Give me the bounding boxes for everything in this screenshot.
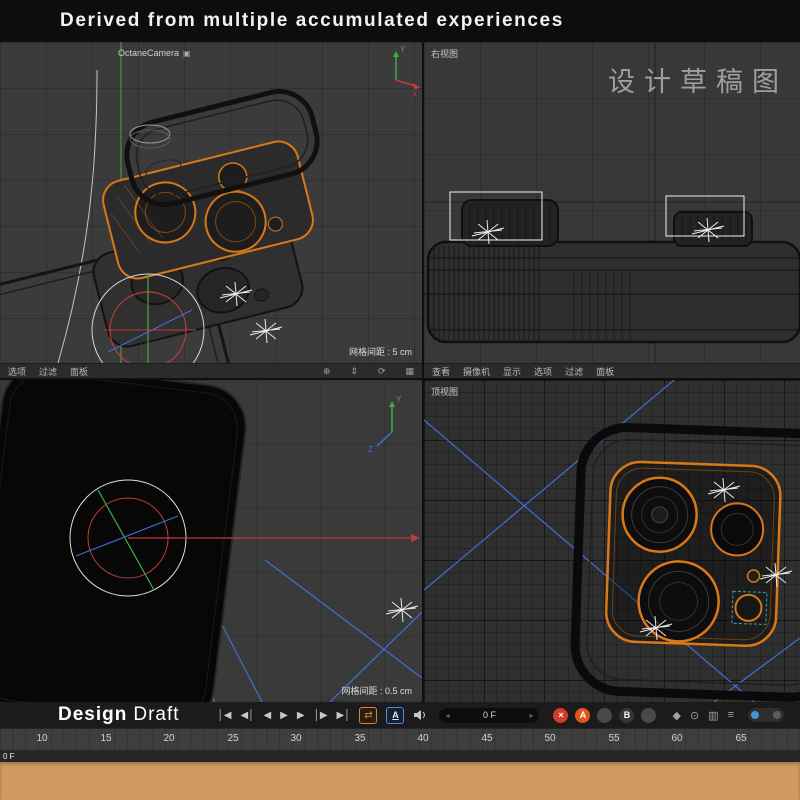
menu-panel[interactable]: 面板: [596, 365, 614, 378]
layers-icon[interactable]: ≡: [728, 709, 734, 721]
menu-view[interactable]: 查看: [432, 365, 450, 378]
track-icon[interactable]: ▥: [708, 709, 718, 722]
record-position-button[interactable]: ×: [553, 708, 568, 723]
target-icon[interactable]: ⊙: [690, 709, 699, 722]
keyframe-tools: ◆ ⊙ ▥ ≡: [672, 709, 734, 722]
record-a-button[interactable]: A: [575, 708, 590, 723]
ruler-tick: 20: [163, 733, 174, 744]
ruler-tick: 65: [735, 733, 746, 744]
record-b-button[interactable]: B: [619, 708, 634, 723]
current-frame-value: 0 F: [483, 710, 496, 720]
frame-increment-icon[interactable]: ▸: [529, 711, 533, 720]
autokey-button[interactable]: A: [386, 707, 404, 724]
toggle-dot-active: [751, 711, 759, 719]
menu-options[interactable]: 选项: [8, 365, 26, 378]
pan-icon[interactable]: ⊕: [323, 366, 331, 377]
current-frame-field[interactable]: ◂ 0 F ▸: [439, 708, 539, 723]
ruler-tick: 50: [544, 733, 555, 744]
ruler-tick: 15: [100, 733, 111, 744]
camera-name-label[interactable]: OctaneCamera ▣: [118, 48, 191, 58]
axis-y-label: Y: [396, 395, 402, 404]
prev-key-button[interactable]: ◀│: [241, 710, 255, 721]
frame-decrement-icon[interactable]: ◂: [445, 711, 449, 720]
menu-filter[interactable]: 过滤: [39, 365, 57, 378]
menu-panel[interactable]: 面板: [70, 365, 88, 378]
camera-tag-icon[interactable]: ▣: [183, 49, 191, 58]
header-bar: Derived from multiple accumulated experi…: [0, 0, 800, 42]
right-view-toolbar: 查看 摄像机 显示 选项 过滤 面板: [424, 363, 800, 378]
ruler-tick: 35: [354, 733, 365, 744]
camera-name-text: OctaneCamera: [118, 48, 179, 58]
viewport-top-view[interactable]: 顶视图: [424, 380, 800, 702]
record-toggles: × A B: [553, 708, 656, 723]
top-view-wireframe: [424, 380, 800, 702]
viewport-perspective[interactable]: OctaneCamera ▣: [0, 42, 422, 378]
ruler-tick: 10: [36, 733, 47, 744]
menu-display[interactable]: 显示: [503, 365, 521, 378]
axis-y-label: Y: [400, 45, 406, 54]
right-view-scene[interactable]: 右视图 设计草稿图: [424, 42, 800, 363]
ruler-tick: 40: [417, 733, 428, 744]
perspective-toolbar: 选项 过滤 面板 ⊕ ⇕ ⟳ ▦: [0, 363, 422, 378]
fullscreen-icon[interactable]: ▦: [405, 366, 414, 377]
ruler-tick: 25: [227, 733, 238, 744]
page-title: Derived from multiple accumulated experi…: [60, 10, 564, 32]
sound-icon[interactable]: [413, 709, 427, 721]
mode-toggle[interactable]: [748, 708, 784, 722]
zoom-icon[interactable]: ⇕: [350, 366, 358, 377]
frame-marker-label: 0 F: [0, 752, 15, 761]
ruler-tick: 45: [481, 733, 492, 744]
viewport-right-view[interactable]: 右视图 设计草稿图: [424, 42, 800, 378]
grid-spacing-label: 网格间距 : 5 cm: [349, 345, 412, 358]
top-view-scene[interactable]: 顶视图: [424, 380, 800, 702]
ruler-tick: 60: [671, 733, 682, 744]
ruler-tick: 30: [290, 733, 301, 744]
axis-x-label: X: [412, 90, 418, 99]
front-view-scene[interactable]: Y Z 网格间距 : 0.5 cm: [0, 380, 422, 702]
timeline-ruler[interactable]: 10 15 20 25 30 35 40 45 50 55 60 65: [0, 728, 800, 750]
play-button[interactable]: ▶: [280, 710, 288, 721]
design-draft-watermark: 设计草稿图: [608, 60, 788, 99]
grid-spacing-label: 网格间距 : 0.5 cm: [341, 684, 412, 697]
transport-controls: │◀ ◀│ ◀ ▶ ▶ │▶ ▶│: [218, 710, 351, 721]
menu-camera[interactable]: 摄像机: [463, 365, 490, 378]
brand-bold: Design: [58, 704, 127, 725]
timeline-range-slider[interactable]: [0, 762, 800, 800]
right-view-label: 右视图: [431, 47, 458, 60]
next-key-button[interactable]: │▶: [314, 710, 328, 721]
axis-z-label: Z: [368, 445, 373, 454]
record-toggle-1[interactable]: [597, 708, 612, 723]
rotate-icon[interactable]: ⟳: [378, 366, 386, 377]
frame-marker-row: 0 F: [0, 750, 800, 762]
toggle-dot-inactive: [773, 711, 781, 719]
loop-playback-button[interactable]: ⇄: [359, 707, 377, 724]
next-frame-button[interactable]: ▶: [297, 710, 305, 721]
viewport-grid: OctaneCamera ▣: [0, 42, 800, 702]
jump-end-button[interactable]: ▶│: [337, 710, 351, 721]
perspective-scene[interactable]: OctaneCamera ▣: [0, 42, 422, 363]
timeline-control-bar: Design Draft │◀ ◀│ ◀ ▶ ▶ │▶ ▶│ ⇄ A ◂ 0 F …: [0, 702, 800, 728]
brand-label: Design Draft: [58, 704, 180, 726]
perspective-wireframe: Y X: [0, 42, 422, 363]
menu-filter[interactable]: 过滤: [565, 365, 583, 378]
menu-options[interactable]: 选项: [534, 365, 552, 378]
front-view-wireframe: Y Z: [0, 380, 422, 702]
key-icon[interactable]: ◆: [672, 709, 680, 722]
jump-start-button[interactable]: │◀: [218, 710, 232, 721]
ruler-tick: 55: [608, 733, 619, 744]
viewport-front-view[interactable]: Y Z 网格间距 : 0.5 cm: [0, 380, 422, 702]
brand-light: Draft: [133, 704, 179, 725]
prev-frame-button[interactable]: ◀: [263, 710, 271, 721]
record-toggle-2[interactable]: [641, 708, 656, 723]
top-view-label: 顶视图: [431, 385, 458, 398]
